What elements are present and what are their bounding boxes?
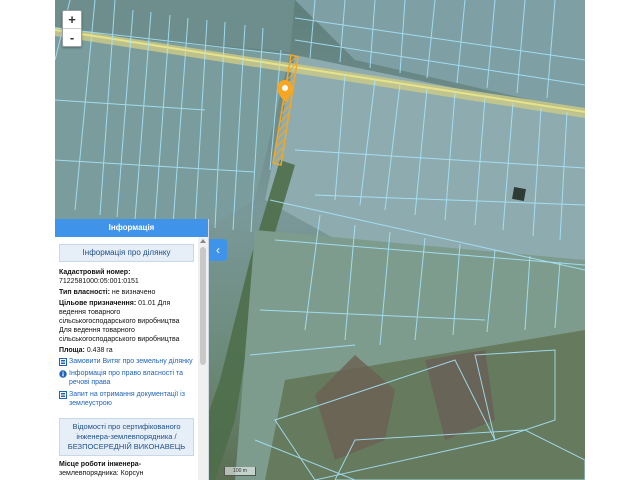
info-icon xyxy=(59,370,67,378)
purpose-extra: Для ведення товарного сільськогосподарсь… xyxy=(59,327,180,343)
area-value: 0.438 га xyxy=(86,347,113,354)
order-extract-link[interactable]: Замовити Витяг про земельну ділянку xyxy=(59,357,194,366)
request-docs-link[interactable]: Запит на отримання документації із земле… xyxy=(59,390,194,408)
workplace-label: Місце роботи інженера- xyxy=(59,461,142,468)
scroll-up-icon[interactable] xyxy=(200,239,206,243)
purpose-label: Цільове призначення: xyxy=(59,300,137,307)
ownership-field: Тип власності: не визначено xyxy=(59,288,194,297)
ownership-rights-label[interactable]: Інформація про право власності та речові… xyxy=(69,369,194,387)
info-panel: Інформація Інформація про ділянку Кадаст… xyxy=(55,219,209,480)
right-margin xyxy=(585,0,640,480)
zoom-control: + - xyxy=(62,10,82,47)
area-field: Площа: 0.438 га xyxy=(59,346,194,355)
panel-scrollbar[interactable] xyxy=(198,237,208,480)
cadastral-label: Кадастровий номер: xyxy=(59,269,131,276)
workplace-field: Місце роботи інженера- землевпорядника: … xyxy=(59,460,194,478)
ownership-rights-link[interactable]: Інформація про право власності та речові… xyxy=(59,369,194,387)
collapse-panel-button[interactable]: ‹ xyxy=(209,239,227,261)
left-margin xyxy=(0,0,55,480)
ownership-value: не визначено xyxy=(111,289,156,296)
zoom-in-button[interactable]: + xyxy=(63,11,81,28)
info-tab-title[interactable]: Інформація xyxy=(55,219,208,237)
engineer-section-header: Відомості про сертифікованого інженера-з… xyxy=(59,418,194,456)
cadastral-value: 7122581000:05:001:0151 xyxy=(59,278,139,285)
purpose-field: Цільове призначення: 01.01 Для ведення т… xyxy=(59,299,194,344)
ownership-label: Тип власності: xyxy=(59,289,110,296)
parcel-section-header: Інформація про ділянку xyxy=(59,244,194,262)
document-icon xyxy=(59,391,67,399)
order-extract-label[interactable]: Замовити Витяг про земельну ділянку xyxy=(69,357,193,366)
scale-bar: 100 m xyxy=(224,467,256,476)
workplace-tail: землевпорядника: Корсун xyxy=(59,470,144,477)
cadastral-field: Кадастровий номер: 7122581000:05:001:015… xyxy=(59,268,194,286)
area-label: Площа: xyxy=(59,347,85,354)
request-docs-label[interactable]: Запит на отримання документації із земле… xyxy=(69,390,194,408)
zoom-out-button[interactable]: - xyxy=(63,28,81,46)
info-panel-body: Інформація про ділянку Кадастровий номер… xyxy=(55,237,198,480)
scroll-thumb[interactable] xyxy=(200,247,206,365)
document-icon xyxy=(59,358,67,366)
